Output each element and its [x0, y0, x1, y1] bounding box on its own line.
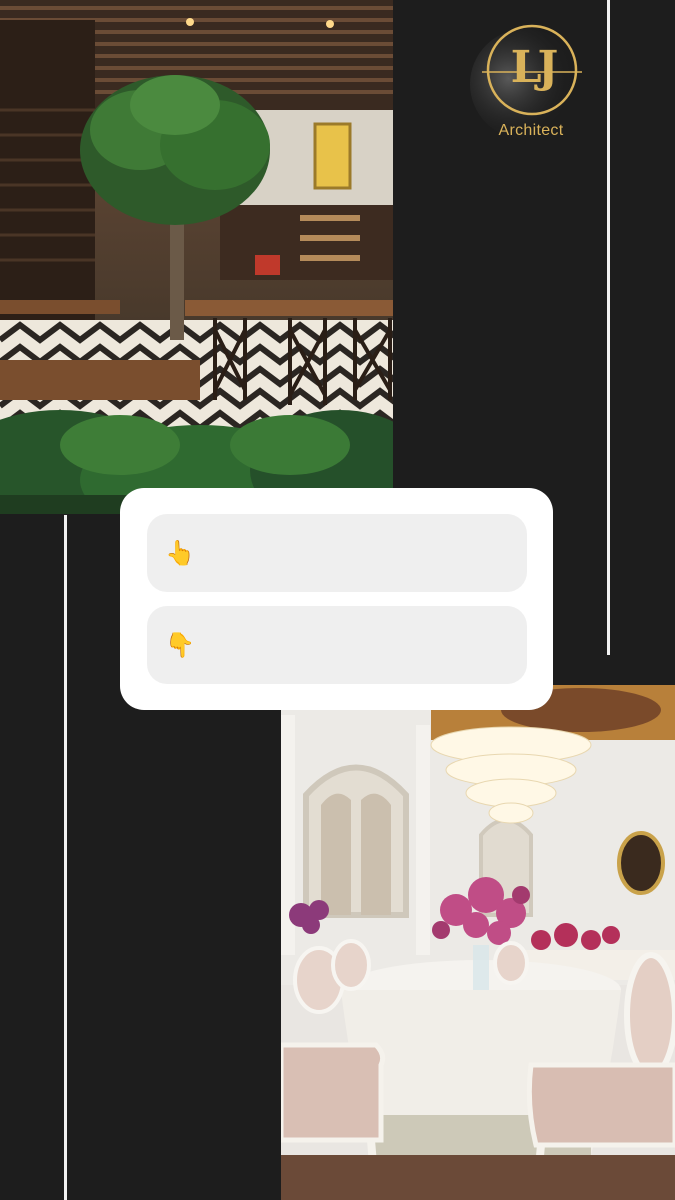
poll-option-down[interactable]: 👇 [147, 606, 527, 684]
logo-letters: LJ [510, 42, 559, 93]
pointing-down-hand-icon: 👇 [165, 631, 195, 659]
poll-option-up[interactable]: 👆 [147, 514, 527, 592]
banquet-hall-photo [281, 685, 675, 1200]
brand-name: Architect [498, 122, 564, 139]
restaurant-interior-photo [0, 0, 393, 514]
divider-line-right [607, 0, 610, 655]
divider-line-left [64, 515, 67, 1200]
pointing-up-hand-icon: 👆 [165, 539, 195, 567]
poll-card: 👆 👇 [120, 488, 553, 710]
